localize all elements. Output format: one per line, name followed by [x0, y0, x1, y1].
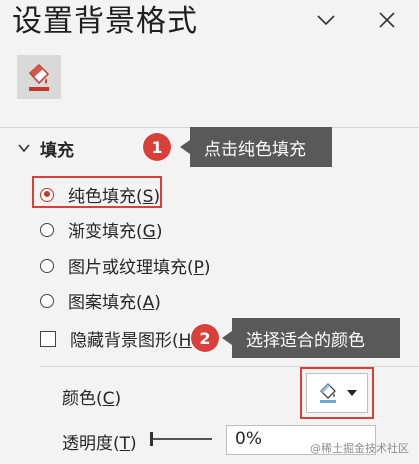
color-picker-button[interactable]: [306, 373, 368, 413]
checkbox-hide-background-graphics[interactable]: 隐藏背景图形(H: [40, 326, 191, 351]
radio-unchecked-icon: [40, 222, 54, 237]
option-label: 纯色填充(S): [68, 187, 161, 207]
pane-options-button[interactable]: [312, 6, 340, 34]
option-label: 隐藏背景图形(H: [70, 331, 192, 351]
dropdown-arrow-icon: [347, 390, 357, 396]
paint-bucket-icon: [320, 383, 336, 403]
option-label: 图片或纹理填充(P): [68, 258, 211, 278]
color-picker-highlight: [300, 367, 374, 419]
slider-thumb[interactable]: [150, 432, 153, 446]
radio-gradient-fill[interactable]: 渐变填充(G): [40, 217, 162, 242]
radio-checked-icon: [40, 187, 54, 202]
close-pane-button[interactable]: [373, 6, 401, 34]
chevron-down-icon: [18, 144, 30, 153]
step-1-badge: 1: [143, 133, 171, 161]
transparency-slider[interactable]: [150, 431, 212, 447]
option-label: 图案填充(A): [68, 293, 161, 313]
slider-track: [152, 438, 212, 440]
radio-unchecked-icon: [40, 293, 54, 308]
radio-pattern-fill[interactable]: 图案填充(A): [40, 288, 161, 313]
radio-unchecked-icon: [40, 258, 54, 273]
fill-section-title: 填充: [40, 141, 74, 161]
option-label: 渐变填充(G): [68, 222, 163, 242]
radio-solid-fill[interactable]: 纯色填充(S): [40, 182, 160, 207]
fill-section-toggle[interactable]: 填充: [18, 136, 74, 161]
color-label: 颜色(C): [62, 389, 122, 409]
radio-picture-texture-fill[interactable]: 图片或纹理填充(P): [40, 253, 211, 278]
pane-title: 设置背景格式: [12, 4, 198, 39]
step-1-callout: 点击纯色填充: [180, 127, 332, 167]
paint-bucket-icon: [28, 63, 50, 91]
tab-fill-line[interactable]: [17, 55, 61, 99]
checkbox-icon: [40, 330, 56, 347]
step-2-badge: 2: [191, 324, 219, 352]
close-icon: [379, 12, 395, 28]
chevron-down-icon: [317, 15, 335, 26]
transparency-label: 透明度(T): [62, 434, 137, 454]
step-2-callout: 选择适合的颜色: [222, 318, 400, 358]
watermark: @稀土掘金技术社区: [310, 442, 409, 455]
